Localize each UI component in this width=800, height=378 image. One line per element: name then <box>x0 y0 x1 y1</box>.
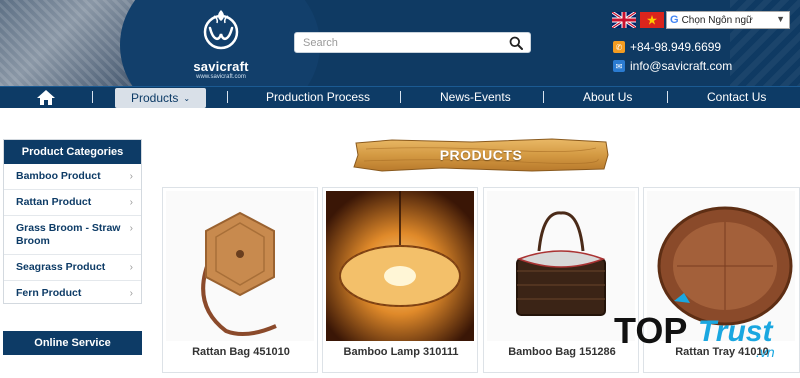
category-rattan-product[interactable]: Rattan Product › <box>4 190 141 216</box>
category-seagrass-product[interactable]: Seagrass Product › <box>4 255 141 281</box>
email-address: info@savicraft.com <box>630 59 733 73</box>
chevron-right-icon: › <box>129 262 133 273</box>
category-fern-product[interactable]: Fern Product › <box>4 281 141 306</box>
product-card[interactable]: Bamboo Lamp 310111 <box>322 187 478 373</box>
category-label: Rattan Product <box>16 196 92 208</box>
phone-number: +84-98.949.6699 <box>630 40 722 54</box>
nav-item-products[interactable]: Products ⌄ <box>115 88 206 108</box>
nav-item-label: Products <box>130 91 179 105</box>
chevron-right-icon: › <box>129 197 133 208</box>
products-banner: PRODUCTS <box>352 137 610 173</box>
search-input[interactable] <box>295 33 495 53</box>
product-name[interactable]: Bamboo Lamp 310111 <box>323 346 479 358</box>
logo-name: savicraft <box>193 59 249 74</box>
contact-phone[interactable]: ✆ +84-98.949.6699 <box>613 40 721 54</box>
product-card[interactable]: Rattan Bag 451010 <box>162 187 318 373</box>
search-icon[interactable] <box>509 36 523 50</box>
category-label: Fern Product <box>16 287 82 299</box>
product-image[interactable] <box>166 191 314 341</box>
phone-icon: ✆ <box>613 41 625 53</box>
category-label: Bamboo Product <box>16 170 101 182</box>
logo-mark-icon <box>203 10 239 50</box>
watermark-top: TOP <box>614 310 687 351</box>
contact-email[interactable]: ✉ info@savicraft.com <box>613 59 732 73</box>
nav-separator <box>543 91 544 103</box>
home-icon[interactable] <box>36 89 56 106</box>
chevron-right-icon: › <box>129 288 133 299</box>
category-label: Grass Broom - Straw Broom <box>16 222 121 247</box>
chevron-right-icon: › <box>129 171 133 182</box>
product-name[interactable]: Rattan Bag 451010 <box>163 346 319 358</box>
logo[interactable]: savicraft www.savicraft.com <box>186 8 256 80</box>
main-nav: Products ⌄ Production Process News-Event… <box>0 86 800 108</box>
watermark-domain: .vn <box>756 344 775 360</box>
online-service-title: Online Service <box>3 331 142 355</box>
chevron-down-icon: ⌄ <box>183 93 191 103</box>
mail-icon: ✉ <box>613 60 625 72</box>
language-flags <box>612 12 664 28</box>
dropdown-arrow-icon: ▼ <box>776 14 785 24</box>
vietnam-flag-icon[interactable] <box>640 12 664 28</box>
language-select-label: Chọn Ngôn ngữ <box>681 14 753 26</box>
category-label: Seagrass Product <box>16 261 106 273</box>
google-icon: G <box>670 14 679 26</box>
nav-separator <box>667 91 668 103</box>
toptrust-watermark: TOP Trust .vn <box>612 293 800 373</box>
nav-item-about-us[interactable]: About Us <box>583 90 632 104</box>
logo-url: www.savicraft.com <box>196 74 246 80</box>
chevron-right-icon: › <box>129 223 133 234</box>
language-select[interactable]: G Chọn Ngôn ngữ ▼ <box>666 11 790 29</box>
category-grass-broom[interactable]: Grass Broom - Straw Broom › <box>4 216 141 255</box>
nav-item-contact-us[interactable]: Contact Us <box>707 90 766 104</box>
search-box <box>294 32 531 53</box>
nav-separator <box>227 91 228 103</box>
category-bamboo-product[interactable]: Bamboo Product › <box>4 164 141 190</box>
nav-item-production-process[interactable]: Production Process <box>266 90 370 104</box>
section-title: PRODUCTS <box>439 147 523 163</box>
nav-separator <box>92 91 93 103</box>
nav-separator <box>400 91 401 103</box>
nav-item-news-events[interactable]: News-Events <box>440 90 511 104</box>
site-header: savicraft www.savicraft.com G Chọn Ngôn … <box>0 0 800 86</box>
product-image[interactable] <box>326 191 474 341</box>
product-categories-panel: Product Categories Bamboo Product › Ratt… <box>3 139 142 304</box>
uk-flag-icon[interactable] <box>612 12 636 28</box>
product-categories-title: Product Categories <box>4 140 141 164</box>
